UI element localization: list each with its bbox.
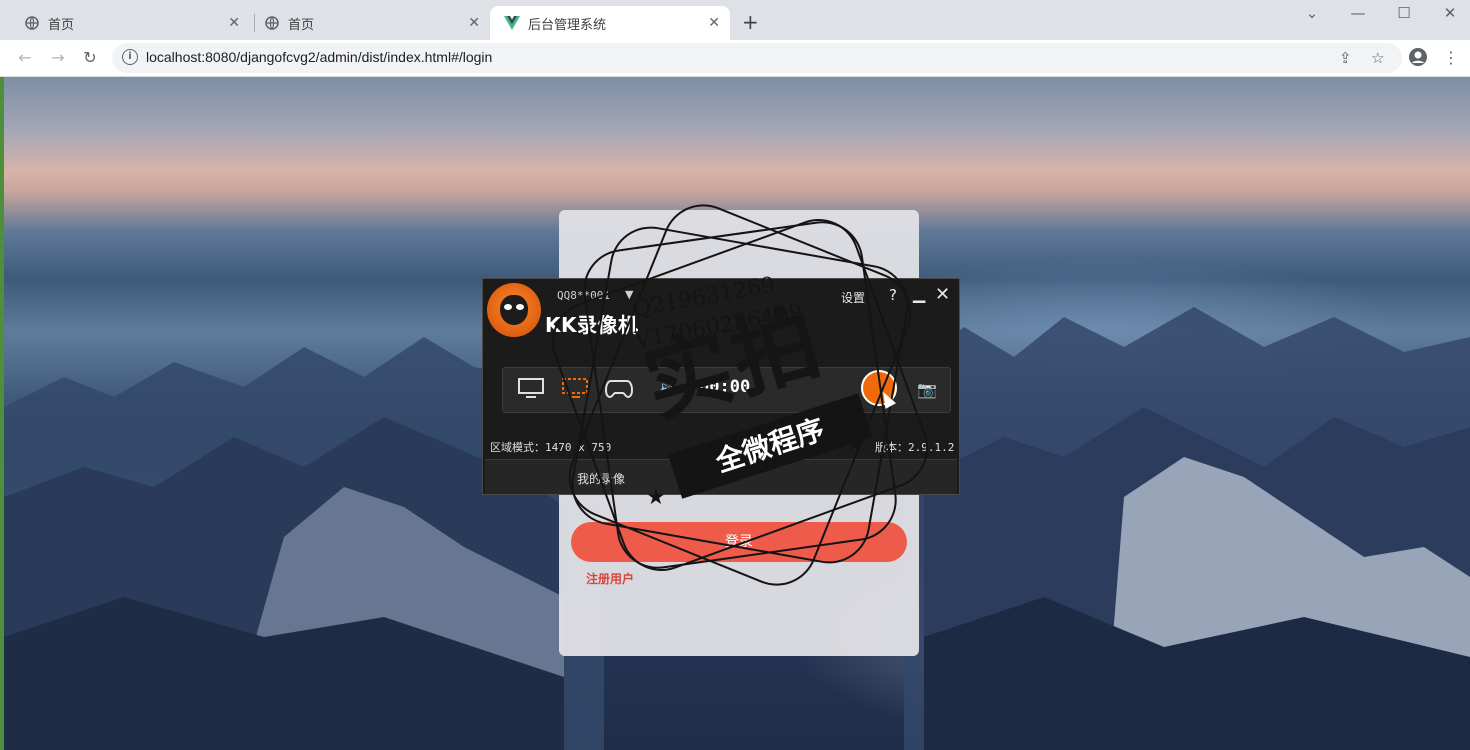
browser-toolbar: ← → ↻ i localhost:8080/djangofcvg2/admin… [0,40,1470,77]
my-recordings-link[interactable]: 我的录像 [577,470,625,487]
minimize-window-button[interactable]: — [1335,0,1381,26]
bookmark-star-icon[interactable]: ☆ [1371,49,1384,67]
browser-tab-active[interactable]: 后台管理系统 ✕ [490,6,730,40]
kk-region-mode: 区域模式：1470 x 750 [490,441,612,454]
globe-icon [264,15,280,31]
camera-icon[interactable]: 📷 [917,380,937,399]
game-mode-icon[interactable] [604,378,634,400]
kk-app-title: KK录像机 [545,313,639,337]
kk-account[interactable]: QQ8**001 [557,289,610,302]
share-icon[interactable]: ⇪ [1339,49,1352,67]
kk-timer: 00:00 [699,377,751,397]
kk-bottom-bar: 我的录像 [485,459,957,494]
site-info-icon[interactable]: i [122,49,138,65]
reload-icon[interactable]: ↻ [79,47,101,69]
register-link[interactable]: 注册用户 [586,570,634,587]
vue-logo-icon [504,15,520,31]
kebab-menu-icon[interactable]: ⋮ [1440,47,1462,69]
tab-search-icon[interactable]: ⌄ [1289,0,1335,26]
back-arrow-icon[interactable]: ← [14,47,36,69]
tab-title: 首页 [288,17,315,33]
kk-minimize-button[interactable]: ▁ [913,284,925,303]
kk-recorder-window: QQ8**001 ▼ KK录像机 设置 ? ▁ ✕ 🔊 00:00 📷 区域模式… [482,278,960,495]
help-icon[interactable]: ? [889,286,897,304]
address-bar[interactable]: i localhost:8080/djangofcvg2/admin/dist/… [112,43,1402,73]
kk-close-button[interactable]: ✕ [935,284,950,305]
close-icon[interactable]: ✕ [228,15,240,31]
kk-app-logo [487,283,541,337]
speaker-icon[interactable]: 🔊 [653,378,681,400]
tab-title: 首页 [48,17,75,33]
new-tab-button[interactable]: + [742,11,759,33]
browser-tab-1[interactable]: 首页 ✕ [10,6,250,40]
tab-strip: 首页 ✕ 首页 ✕ 后台管理系统 ✕ + ⌄ — ☐ ✕ [0,0,1470,40]
region-mode-icon[interactable] [561,378,589,400]
login-button[interactable]: 登录 [571,522,907,562]
tab-title: 后台管理系统 [528,17,607,33]
browser-tab-2[interactable]: 首页 ✕ [250,6,490,40]
kk-version: 版本：2.9.1.2 [875,441,955,454]
close-icon[interactable]: ✕ [468,15,480,31]
fullscreen-mode-icon[interactable] [517,378,545,400]
dropdown-caret-icon[interactable]: ▼ [625,288,633,301]
maximize-window-button[interactable]: ☐ [1381,0,1427,26]
url-text[interactable]: localhost:8080/djangofcvg2/admin/dist/in… [146,49,492,65]
close-window-button[interactable]: ✕ [1427,0,1470,26]
forward-arrow-icon[interactable]: → [47,47,69,69]
globe-icon [24,15,40,31]
raccoon-icon [500,295,528,325]
profile-avatar-icon[interactable] [1407,47,1429,69]
kk-settings-button[interactable]: 设置 [841,289,865,306]
close-icon[interactable]: ✕ [708,15,720,31]
